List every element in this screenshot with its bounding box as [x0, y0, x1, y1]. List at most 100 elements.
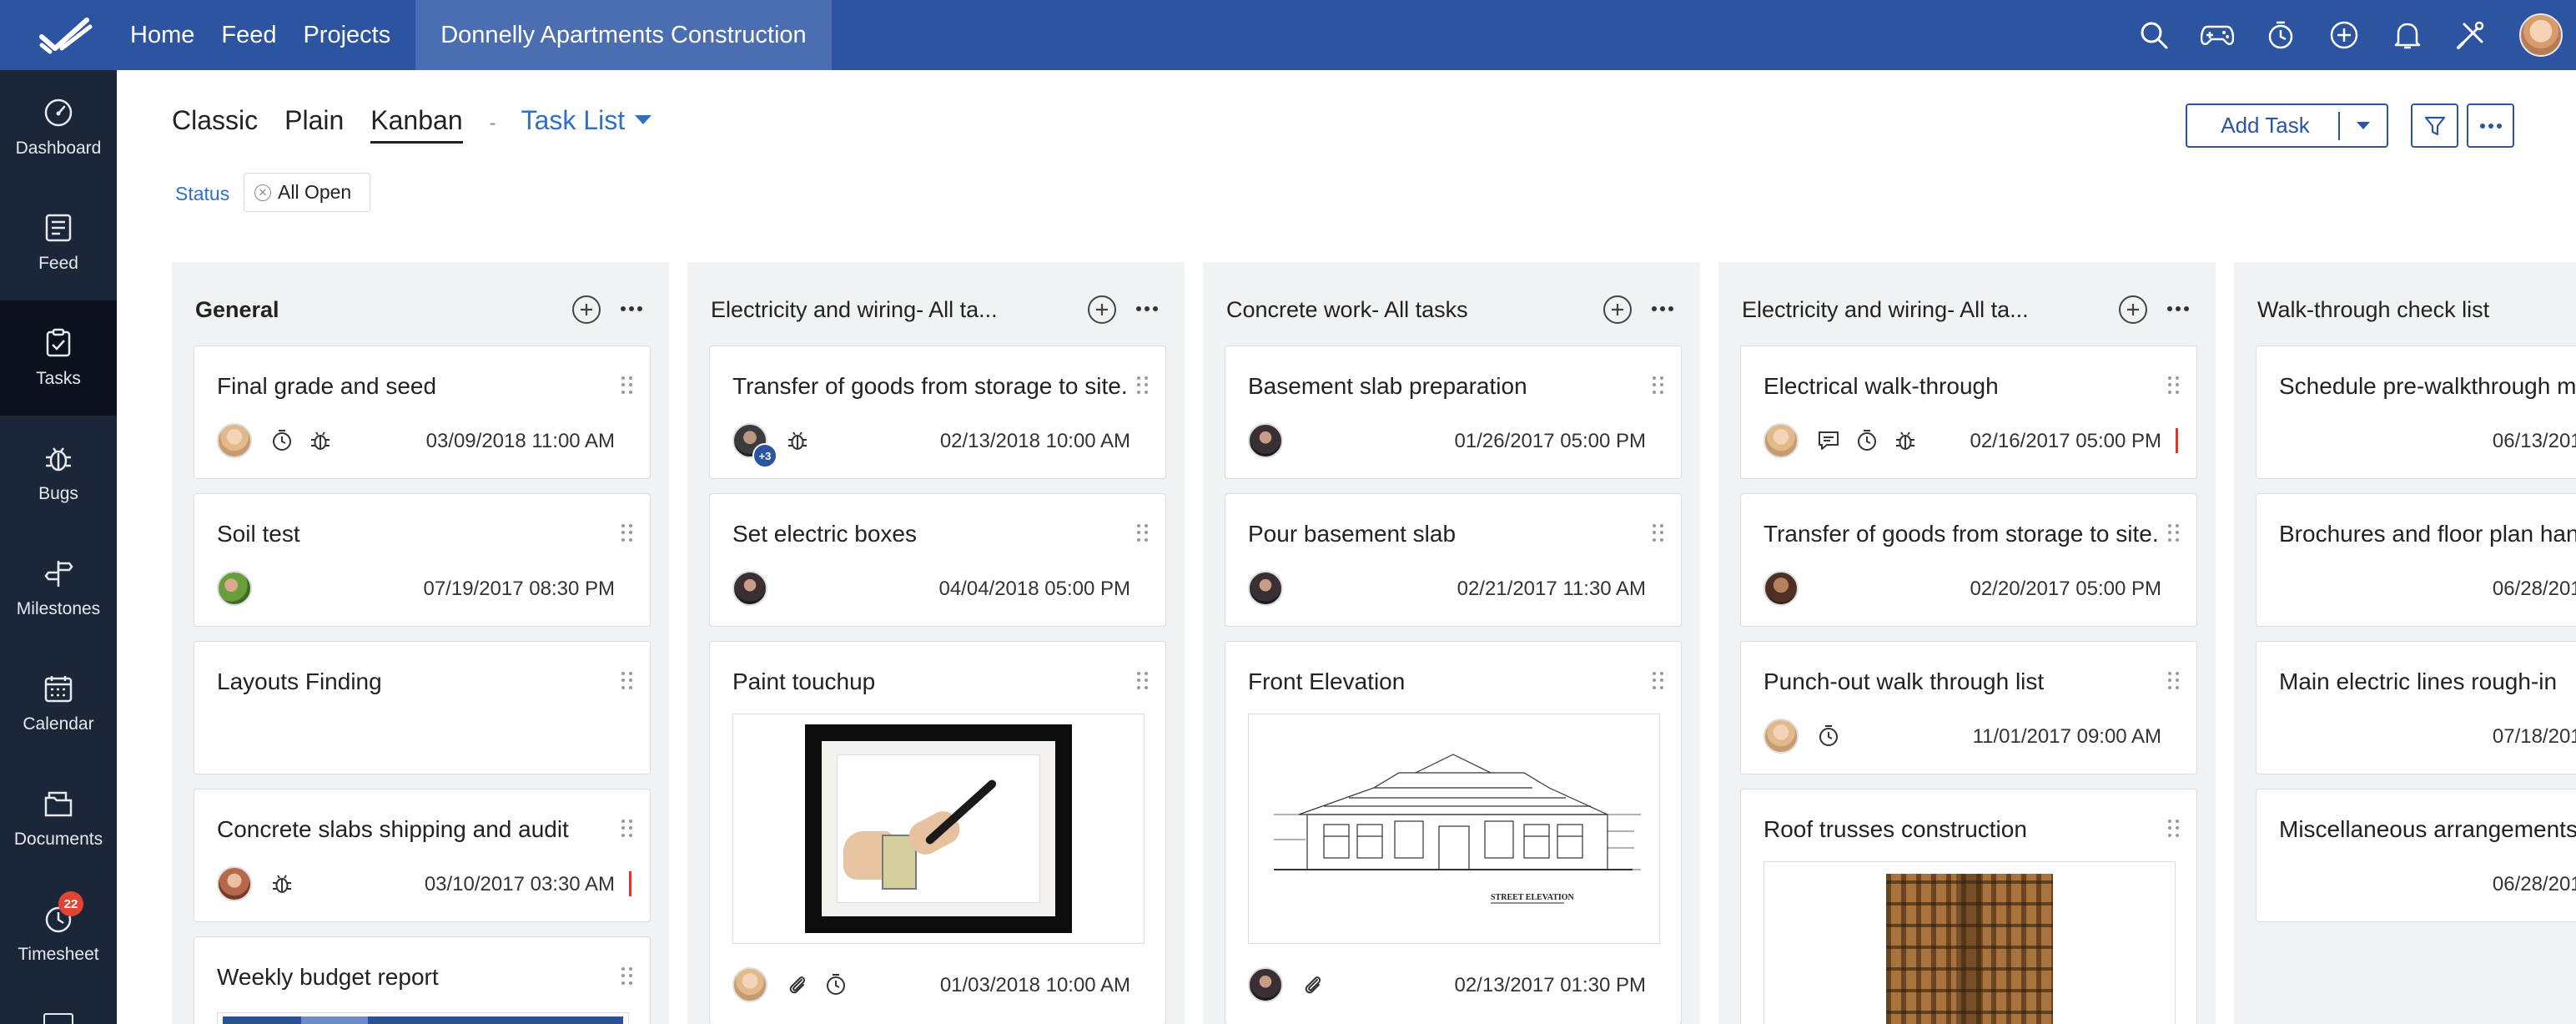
sidebar-item-calendar[interactable]: Calendar [0, 646, 117, 761]
attachment-icon[interactable] [1301, 973, 1325, 996]
add-circle-icon[interactable] [2327, 18, 2362, 53]
add-card-icon[interactable] [1088, 295, 1116, 324]
avatar[interactable] [1763, 719, 1799, 754]
task-card[interactable]: Brochures and floor plan hand 06/28/2018 [2256, 493, 2576, 627]
avatar[interactable] [732, 967, 767, 1002]
avatar[interactable] [1248, 423, 1283, 458]
sidebar-item-timesheet[interactable]: Timesheet 22 [0, 876, 117, 991]
drag-handle-icon[interactable] [621, 967, 633, 986]
card-title[interactable]: Soil test [217, 521, 300, 547]
drag-handle-icon[interactable] [2168, 672, 2180, 690]
nav-projects[interactable]: Projects [303, 22, 390, 49]
avatar[interactable] [217, 423, 252, 458]
drag-handle-icon[interactable] [621, 524, 633, 542]
task-card[interactable]: Front Elevation STREET ELEVATION 02/13/2… [1225, 641, 1682, 1024]
drag-handle-icon[interactable] [1137, 672, 1149, 690]
tasklist-dropdown[interactable]: Task List [521, 105, 625, 136]
avatar[interactable] [1248, 571, 1283, 606]
close-icon[interactable]: ✕ [254, 184, 271, 201]
avatar[interactable] [217, 866, 252, 901]
column-more-icon[interactable] [621, 306, 646, 311]
card-title[interactable]: Pour basement slab [1248, 521, 1456, 547]
timer-icon[interactable] [824, 973, 848, 996]
column-title[interactable]: General [195, 297, 279, 323]
drag-handle-icon[interactable] [621, 672, 633, 690]
column-title[interactable]: Electricity and wiring- All ta... [1742, 297, 2029, 323]
sidebar-item-milestones[interactable]: Milestones [0, 531, 117, 646]
task-card[interactable]: Main electric lines rough-in 07/18/2018 [2256, 641, 2576, 774]
attachment-thumbnail[interactable]: STREET ELEVATION [1248, 714, 1660, 944]
avatar[interactable] [1248, 967, 1283, 1002]
filter-button[interactable] [2411, 103, 2458, 148]
drag-handle-icon[interactable] [1137, 376, 1149, 395]
bell-icon[interactable] [2390, 18, 2425, 53]
add-task-dropdown[interactable] [2340, 122, 2387, 129]
card-title[interactable]: Transfer of goods from storage to site. [732, 373, 1128, 400]
card-title[interactable]: Miscellaneous arrangements [2279, 816, 2576, 843]
card-title[interactable]: Punch-out walk through list [1763, 668, 2044, 695]
sidebar-item-documents[interactable]: Documents [0, 761, 117, 876]
drag-handle-icon[interactable] [621, 376, 633, 395]
extra-users-badge[interactable]: +3 [752, 443, 777, 468]
task-card[interactable]: Soil test 07/19/2017 08:30 PM [194, 493, 651, 627]
bug-icon[interactable] [270, 872, 294, 895]
comment-icon[interactable] [1817, 429, 1840, 452]
more-options-button[interactable] [2467, 103, 2514, 148]
nav-home[interactable]: Home [130, 22, 194, 49]
card-title[interactable]: Roof trusses construction [1763, 816, 2027, 843]
card-title[interactable]: Weekly budget report [217, 964, 439, 991]
sidebar-item-dashboard[interactable]: Dashboard [0, 70, 117, 185]
view-kanban[interactable]: Kanban [370, 105, 463, 144]
avatar[interactable] [1763, 423, 1799, 458]
card-title[interactable]: Front Elevation [1248, 668, 1405, 695]
task-card[interactable]: Weekly budget report [194, 936, 651, 1024]
timer-icon[interactable] [1817, 724, 1840, 748]
card-title[interactable]: Concrete slabs shipping and audit [217, 816, 569, 843]
drag-handle-icon[interactable] [1653, 672, 1664, 690]
task-card[interactable]: Paint touchup 01/03/2018 10:00 AM [709, 641, 1166, 1024]
bug-icon[interactable] [309, 429, 332, 452]
timer-icon[interactable] [1855, 429, 1879, 452]
task-card[interactable]: Roof trusses construction [1740, 789, 2197, 1024]
drag-handle-icon[interactable] [2168, 376, 2180, 395]
tools-icon[interactable] [2453, 18, 2488, 53]
search-icon[interactable] [2136, 18, 2171, 53]
card-title[interactable]: Paint touchup [732, 668, 875, 695]
view-plain[interactable]: Plain [284, 105, 344, 136]
bug-icon[interactable] [786, 429, 809, 452]
sidebar-item-tasks[interactable]: Tasks [0, 300, 117, 416]
card-title[interactable]: Brochures and floor plan hand [2279, 521, 2576, 547]
add-task-button[interactable]: Add Task [2186, 103, 2388, 148]
column-more-icon[interactable] [1136, 306, 1161, 311]
add-task-label[interactable]: Add Task [2187, 113, 2338, 139]
drag-handle-icon[interactable] [2168, 524, 2180, 542]
attachment-thumbnail[interactable] [217, 1012, 629, 1024]
chevron-down-icon[interactable] [635, 115, 652, 124]
avatar[interactable] [1763, 571, 1799, 606]
nav-current-project[interactable]: Donnelly Apartments Construction [415, 0, 832, 70]
card-title[interactable]: Final grade and seed [217, 373, 436, 400]
task-card[interactable]: Basement slab preparation 01/26/2017 05:… [1225, 346, 1682, 479]
column-title[interactable]: Walk-through check list [2257, 297, 2489, 323]
task-card[interactable]: Final grade and seed 03/09/2018 11:00 AM [194, 346, 651, 479]
sidebar-item-bugs[interactable]: Bugs [0, 416, 117, 531]
avatar[interactable] [732, 571, 767, 606]
gamepad-icon[interactable] [2200, 18, 2235, 53]
status-filter-label[interactable]: Status [175, 183, 229, 205]
add-card-icon[interactable] [572, 295, 601, 324]
drag-handle-icon[interactable] [2168, 820, 2180, 838]
nav-feed[interactable]: Feed [221, 22, 276, 49]
drag-handle-icon[interactable] [1653, 524, 1664, 542]
drag-handle-icon[interactable] [1137, 524, 1149, 542]
column-more-icon[interactable] [1652, 306, 1677, 311]
timer-icon[interactable] [270, 429, 294, 452]
task-card[interactable]: Pour basement slab 02/21/2017 11:30 AM [1225, 493, 1682, 627]
attachment-thumbnail[interactable] [732, 714, 1145, 944]
task-card[interactable]: Set electric boxes 04/04/2018 05:00 PM [709, 493, 1166, 627]
attachment-icon[interactable] [786, 973, 809, 996]
timer-icon[interactable] [2263, 18, 2298, 53]
status-filter-chip[interactable]: ✕ All Open [244, 173, 370, 212]
view-classic[interactable]: Classic [172, 105, 258, 136]
task-card[interactable]: Miscellaneous arrangements 06/28/2018 [2256, 789, 2576, 922]
card-title[interactable]: Schedule pre-walkthrough me [2279, 373, 2576, 400]
